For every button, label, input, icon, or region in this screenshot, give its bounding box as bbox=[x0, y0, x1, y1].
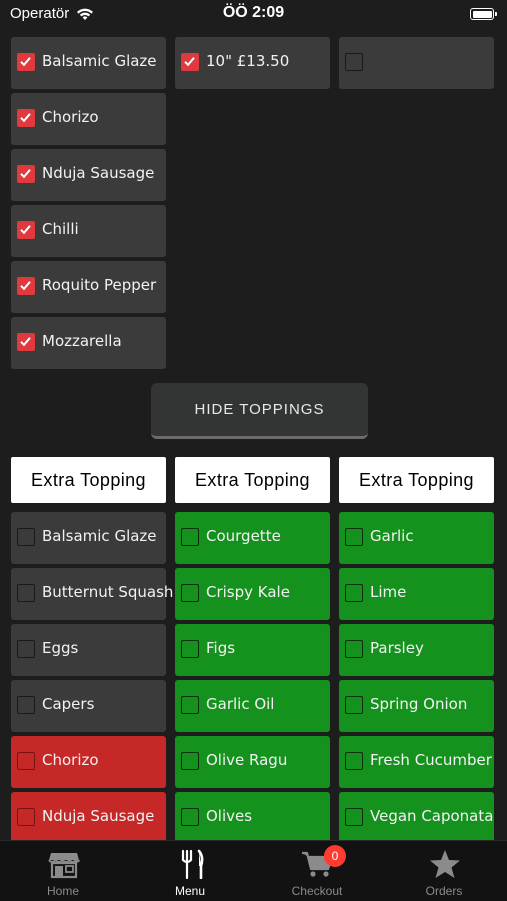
topping-label: Capers bbox=[42, 695, 95, 713]
selected-topping-item[interactable]: Roquito Pepper bbox=[11, 261, 166, 313]
topping-label: Crispy Kale bbox=[206, 583, 290, 601]
extra-topping-item[interactable]: Nduja Sausage bbox=[11, 792, 166, 844]
selected-topping-item[interactable]: Chorizo bbox=[11, 93, 166, 145]
checkbox-checked-icon[interactable] bbox=[181, 53, 199, 71]
selected-topping-item[interactable]: Mozzarella bbox=[11, 317, 166, 369]
checkbox-icon[interactable] bbox=[17, 696, 35, 714]
checkbox-checked-icon[interactable] bbox=[17, 53, 35, 71]
checkbox-icon[interactable] bbox=[17, 808, 35, 826]
topping-label: Mozzarella bbox=[42, 332, 122, 350]
topping-label: Garlic bbox=[370, 527, 414, 545]
extra-topping-item[interactable]: Capers bbox=[11, 680, 166, 732]
extra-topping-item[interactable]: Crispy Kale bbox=[175, 568, 330, 620]
checkbox-icon[interactable] bbox=[17, 528, 35, 546]
tab-checkout-label: Checkout bbox=[291, 884, 343, 898]
extra-topping-item[interactable]: Balsamic Glaze bbox=[11, 512, 166, 564]
extra-topping-item[interactable]: Parsley bbox=[339, 624, 494, 676]
topping-label: Nduja Sausage bbox=[42, 164, 155, 182]
star-icon bbox=[430, 850, 460, 878]
topping-label: Lime bbox=[370, 583, 407, 601]
selected-topping-item[interactable]: Chilli bbox=[11, 205, 166, 257]
topping-label: Parsley bbox=[370, 639, 424, 657]
extra-topping-item[interactable]: Courgette bbox=[175, 512, 330, 564]
extra-topping-item[interactable]: Eggs bbox=[11, 624, 166, 676]
topping-label: Eggs bbox=[42, 639, 79, 657]
checkbox-icon[interactable] bbox=[345, 808, 363, 826]
topping-label: Spring Onion bbox=[370, 695, 468, 713]
tab-checkout[interactable]: 0 Checkout bbox=[254, 841, 380, 901]
topping-label: Vegan Caponata bbox=[370, 807, 494, 825]
checkbox-icon[interactable] bbox=[17, 584, 35, 602]
checkbox-icon[interactable] bbox=[17, 640, 35, 658]
checkbox-checked-icon[interactable] bbox=[17, 221, 35, 239]
extra-topping-item[interactable]: Lime bbox=[339, 568, 494, 620]
topping-label: Butternut Squash bbox=[42, 583, 174, 601]
checkbox-icon[interactable] bbox=[181, 640, 199, 658]
topping-label: Fresh Cucumber bbox=[370, 751, 492, 769]
extra-topping-header: Extra Topping bbox=[339, 457, 494, 503]
checkbox-icon[interactable] bbox=[17, 752, 35, 770]
topping-label: Olive Ragu bbox=[206, 751, 288, 769]
checkbox-checked-icon[interactable] bbox=[17, 333, 35, 351]
extra-topping-item[interactable]: Olive Ragu bbox=[175, 736, 330, 788]
checkbox-checked-icon[interactable] bbox=[17, 277, 35, 295]
extra-topping-item[interactable]: Butternut Squash bbox=[11, 568, 173, 620]
checkbox-icon[interactable] bbox=[181, 752, 199, 770]
size-label: 10" £13.50 bbox=[206, 52, 290, 70]
tab-orders[interactable]: Orders bbox=[381, 841, 507, 901]
extra-topping-item[interactable]: Garlic bbox=[339, 512, 494, 564]
tab-menu[interactable]: Menu bbox=[127, 841, 253, 901]
selected-topping-item[interactable]: Balsamic Glaze bbox=[11, 37, 166, 89]
topping-label: Balsamic Glaze bbox=[42, 52, 157, 70]
tab-menu-label: Menu bbox=[174, 884, 206, 898]
topping-label: Figs bbox=[206, 639, 236, 657]
checkbox-icon[interactable] bbox=[345, 752, 363, 770]
extra-topping-item[interactable]: Garlic Oil bbox=[175, 680, 330, 732]
battery-icon bbox=[470, 8, 497, 20]
checkbox-icon[interactable] bbox=[345, 53, 363, 71]
topping-label: Chilli bbox=[42, 220, 79, 238]
checkbox-checked-icon[interactable] bbox=[17, 165, 35, 183]
extra-topping-header: Extra Topping bbox=[11, 457, 166, 503]
checkbox-checked-icon[interactable] bbox=[17, 109, 35, 127]
tab-home-label: Home bbox=[46, 884, 79, 898]
extra-topping-item[interactable]: Spring Onion bbox=[339, 680, 494, 732]
topping-label: Roquito Pepper bbox=[42, 276, 157, 294]
checkout-badge: 0 bbox=[324, 845, 346, 867]
topping-label: Olives bbox=[206, 807, 253, 825]
extra-topping-item[interactable]: Vegan Caponata bbox=[339, 792, 494, 844]
fork-knife-icon bbox=[181, 849, 204, 879]
size-option[interactable]: 10" £13.50 bbox=[175, 37, 330, 89]
store-icon bbox=[48, 853, 80, 879]
extra-topping-item[interactable]: Figs bbox=[175, 624, 330, 676]
topping-label: Courgette bbox=[206, 527, 281, 545]
checkbox-icon[interactable] bbox=[345, 696, 363, 714]
topping-label: Balsamic Glaze bbox=[42, 527, 157, 545]
checkbox-icon[interactable] bbox=[345, 584, 363, 602]
checkbox-icon[interactable] bbox=[345, 528, 363, 546]
extra-topping-item[interactable]: Olives bbox=[175, 792, 330, 844]
tab-home[interactable]: Home bbox=[0, 841, 126, 901]
extra-topping-header: Extra Topping bbox=[175, 457, 330, 503]
checkbox-icon[interactable] bbox=[181, 528, 199, 546]
extra-topping-item[interactable]: Chorizo bbox=[11, 736, 166, 788]
empty-option[interactable] bbox=[339, 37, 494, 89]
tab-bar: Home Menu 0 Checkout Orders bbox=[0, 840, 507, 901]
topping-label: Garlic Oil bbox=[206, 695, 275, 713]
checkbox-icon[interactable] bbox=[181, 584, 199, 602]
status-time: ÖÖ 2:09 bbox=[222, 4, 285, 21]
topping-label: Chorizo bbox=[42, 751, 99, 769]
tab-orders-label: Orders bbox=[425, 884, 463, 898]
selected-topping-item[interactable]: Nduja Sausage bbox=[11, 149, 166, 201]
checkbox-icon[interactable] bbox=[181, 808, 199, 826]
checkbox-icon[interactable] bbox=[181, 696, 199, 714]
status-bar: Operatör ÖÖ 2:09 bbox=[0, 0, 507, 30]
checkbox-icon[interactable] bbox=[345, 640, 363, 658]
hide-toppings-button[interactable]: HIDE TOPPINGS bbox=[151, 383, 368, 439]
topping-label: Chorizo bbox=[42, 108, 99, 126]
extra-topping-item[interactable]: Fresh Cucumber bbox=[339, 736, 494, 788]
topping-label: Nduja Sausage bbox=[42, 807, 155, 825]
